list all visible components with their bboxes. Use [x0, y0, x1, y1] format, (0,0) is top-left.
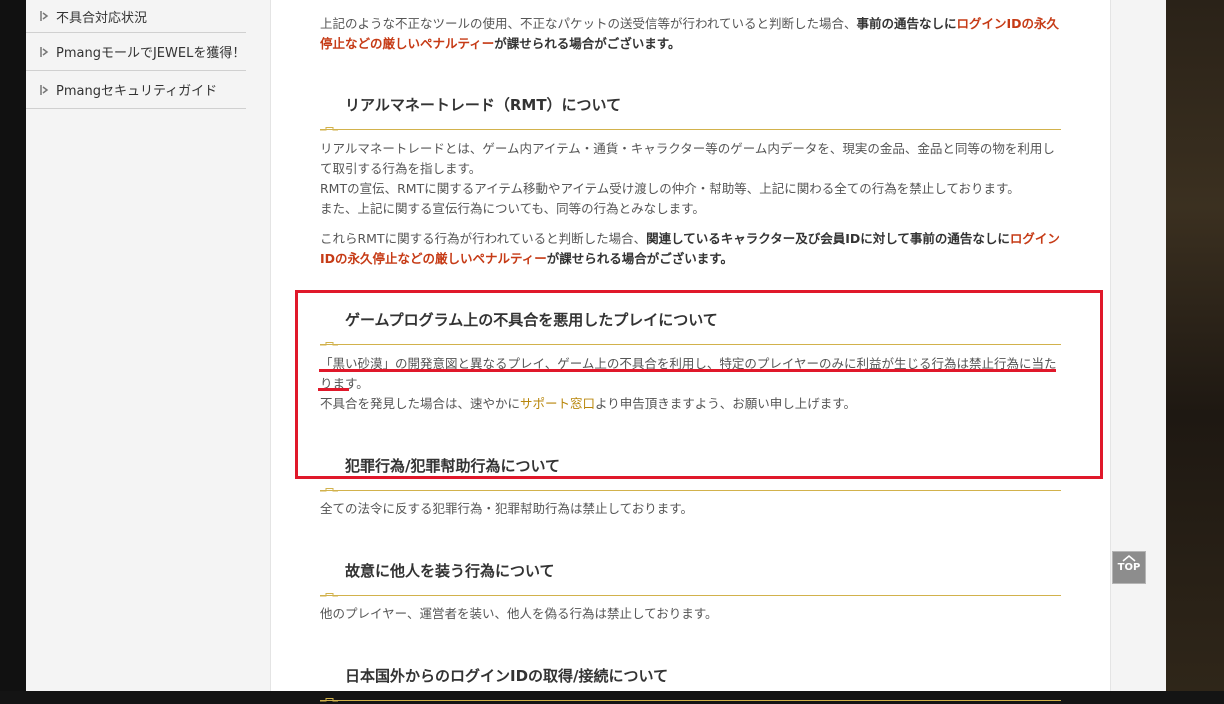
- chevron-right-icon: [40, 46, 49, 57]
- sidebar-item-security-guide[interactable]: Pmangセキュリティガイド: [26, 71, 246, 109]
- rmt-description: リアルマネートレードとは、ゲーム内アイテム・通貨・キャラクター等のゲーム内データ…: [320, 141, 1055, 216]
- crime-description: 全ての法令に反する犯罪行為・犯罪幇助行為は禁止しております。: [320, 501, 694, 516]
- back-to-top-button[interactable]: TOP: [1112, 551, 1146, 584]
- heading-ornament-icon: [320, 127, 338, 131]
- sidebar-item-bug-status[interactable]: 不具合対応状況: [26, 0, 246, 33]
- heading-ornament-icon: [320, 593, 338, 597]
- section-heading-foreign-login: 日本国外からのログインIDの取得/接続について: [320, 665, 1061, 702]
- section-heading-rmt: リアルマネートレード（RMT）について: [320, 94, 1061, 131]
- impersonation-description: 他のプレイヤー、運営者を装い、他人を偽る行為は禁止しております。: [320, 606, 718, 621]
- sidebar-item-jewel[interactable]: PmangモールでJEWELを獲得！: [26, 33, 246, 71]
- sidebar-item-label: Pmangセキュリティガイド: [56, 84, 218, 99]
- left-background: [0, 0, 26, 691]
- sidebar: 不具合対応状況 PmangモールでJEWELを獲得！ Pmangセキュリティガイ…: [26, 0, 246, 109]
- heading-ornament-icon: [320, 488, 338, 492]
- annotation-highlight-box: [295, 290, 1103, 479]
- sidebar-item-label: PmangモールでJEWELを獲得！: [56, 46, 246, 61]
- section-heading-impersonation: 故意に他人を装う行為について: [320, 560, 1061, 597]
- chevron-up-icon: [1122, 555, 1136, 562]
- annotation-underline: [318, 388, 349, 391]
- right-background-art: [1166, 0, 1224, 691]
- annotation-underline: [319, 369, 1056, 372]
- intro-paragraph: 上記のような不正なツールの使用、不正なパケットの送受信等が行われていると判断した…: [320, 16, 1060, 51]
- heading-divider: [320, 490, 1061, 491]
- heading-divider: [320, 129, 1061, 130]
- chevron-right-icon: [40, 84, 49, 95]
- heading-divider: [320, 700, 1061, 701]
- heading-ornament-icon: [320, 698, 338, 702]
- chevron-right-icon: [40, 11, 49, 21]
- rmt-penalty: これらRMTに関する行為が行われていると判断した場合、関連しているキャラクター及…: [320, 231, 1060, 266]
- heading-divider: [320, 595, 1061, 596]
- sidebar-item-label: 不具合対応状況: [56, 10, 148, 26]
